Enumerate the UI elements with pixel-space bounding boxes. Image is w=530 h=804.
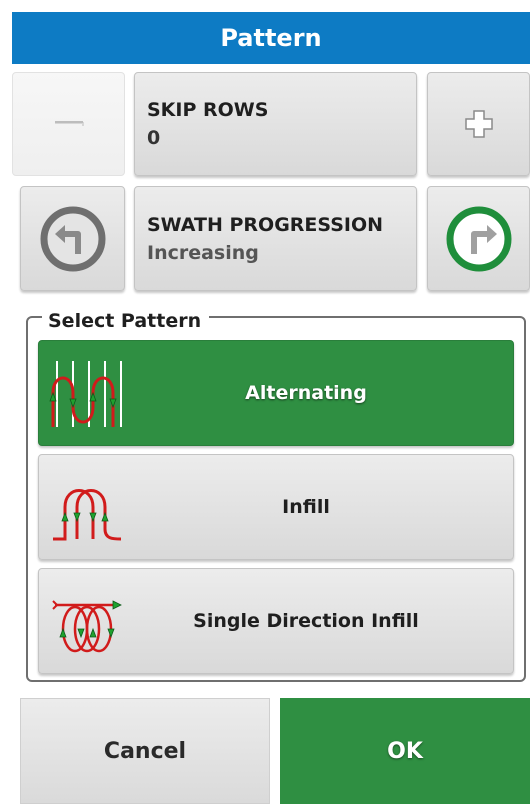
cancel-button-label: Cancel [103,738,187,764]
single-direction-infill-pattern-icon [52,600,122,653]
skip-rows-title: SKIP ROWS [147,99,269,121]
ok-button-label: OK [387,738,423,764]
rotate-left-icon [40,206,105,271]
ok-button[interactable]: OK [280,698,530,804]
skip-rows-increment-button[interactable] [427,72,530,176]
plus-icon [464,110,493,138]
skip-rows-value: 0 [147,127,161,149]
swath-progression-next-button[interactable] [427,186,530,291]
alternating-pattern-icon [49,361,122,427]
rotate-right-icon [446,206,511,271]
infill-pattern-icon [53,489,122,541]
swath-progression-title: SWATH PROGRESSION [147,213,384,236]
pattern-option-alternating[interactable]: Alternating [38,340,514,446]
swath-progression-field[interactable]: SWATH PROGRESSION Increasing [134,186,417,291]
swath-progression-value: Increasing [147,241,259,264]
pattern-option-single-direction-infill[interactable]: Single Direction Infill [38,568,514,674]
minus-icon [54,121,84,126]
skip-rows-decrement-button[interactable] [12,72,125,176]
skip-rows-field[interactable]: SKIP ROWS 0 [134,72,417,176]
swath-progression-previous-button[interactable] [20,186,125,291]
select-pattern-legend: Select Pattern [42,308,210,334]
cancel-button[interactable]: Cancel [20,698,270,804]
title-bar: Pattern [12,12,530,64]
pattern-option-infill[interactable]: Infill [38,454,514,560]
page-title: Pattern [220,24,322,52]
